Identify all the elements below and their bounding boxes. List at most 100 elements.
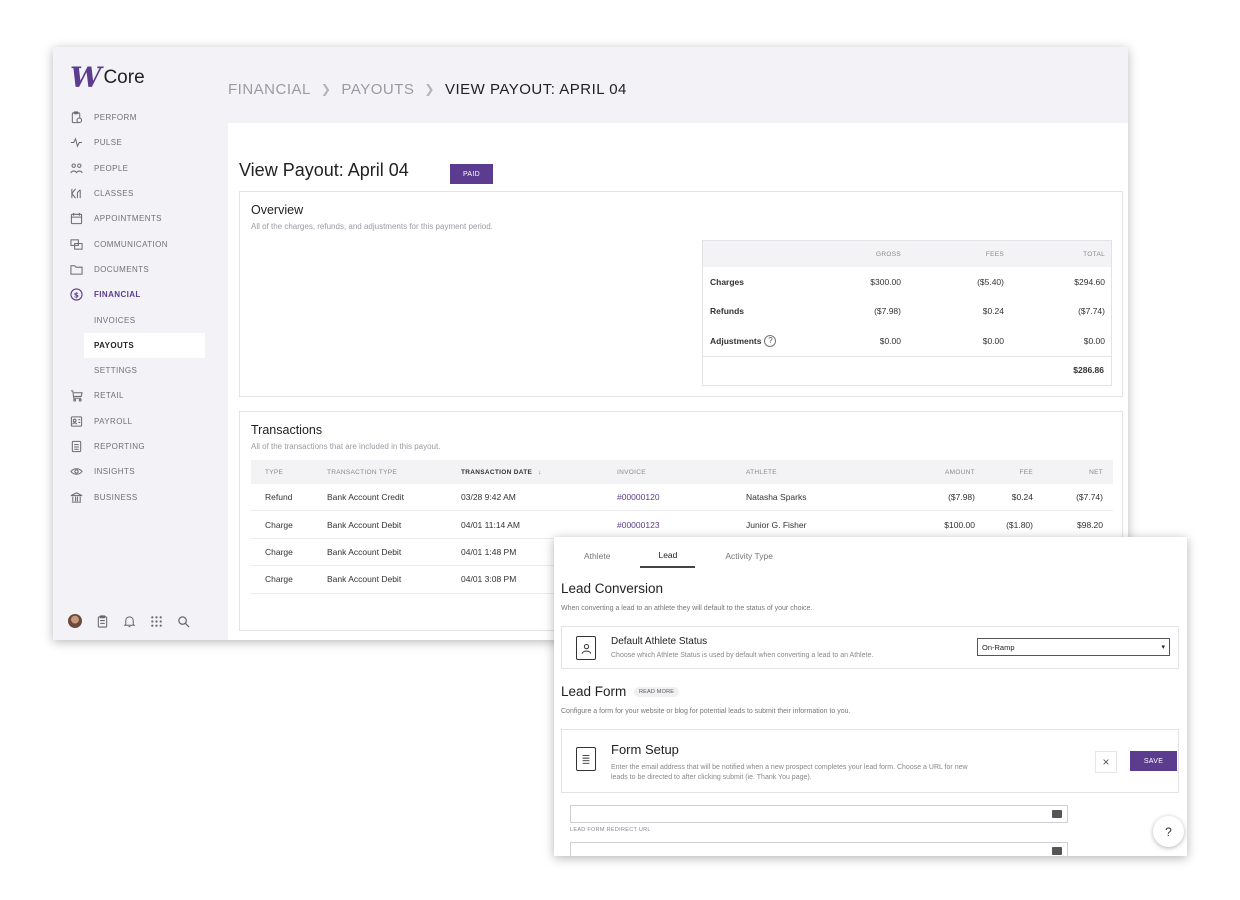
table-row[interactable]: Charge Bank Account Debit 04/01 11:14 AM… — [251, 511, 1113, 539]
clipboard-icon[interactable] — [95, 614, 109, 628]
breadcrumb-financial[interactable]: FINANCIAL — [228, 81, 311, 98]
col-invoice[interactable]: INVOICE — [617, 469, 746, 476]
report-icon — [70, 440, 83, 453]
bell-icon[interactable] — [122, 614, 136, 628]
apps-grid-icon[interactable] — [149, 614, 163, 628]
sidebar-subitem-invoices[interactable]: INVOICES — [53, 307, 228, 332]
cell-type: Refund — [265, 492, 293, 503]
col-transaction-type[interactable]: TRANSACTION TYPE — [327, 469, 461, 476]
close-button[interactable]: × — [1095, 751, 1117, 773]
sidebar-item-appointments[interactable]: APPOINTMENTS — [53, 206, 228, 231]
pulse-icon — [70, 136, 83, 149]
overview-title: Overview — [251, 203, 304, 217]
invoice-link[interactable]: #00000120 — [617, 492, 746, 502]
calendar-icon — [70, 212, 83, 225]
lead-form-title: Lead Form — [561, 684, 627, 699]
col-amount[interactable]: AMOUNT — [920, 469, 975, 476]
sidebar-item-classes[interactable]: CLASSES — [53, 181, 228, 206]
row-label: Charges — [710, 276, 745, 287]
status-badge: PAID — [450, 164, 493, 184]
row-total: $294.60 — [1074, 276, 1105, 287]
help-circle-icon[interactable]: ? — [764, 334, 777, 347]
sidebar-item-label: CLASSES — [94, 189, 134, 199]
search-icon[interactable] — [176, 614, 190, 628]
avatar[interactable] — [68, 614, 82, 628]
sidebar-item-label: PULSE — [94, 138, 123, 148]
sidebar-subitem-settings[interactable]: SETTINGS — [53, 358, 228, 383]
sidebar-item-label: PERFORM — [94, 113, 137, 123]
lead-settings-panel: Athlete Lead Activity Type Lead Conversi… — [554, 537, 1187, 856]
sidebar-item-business[interactable]: BUSINESS — [53, 484, 228, 509]
sidebar-item-label: DOCUMENTS — [94, 264, 150, 274]
sidebar-item-label: REPORTING — [94, 442, 146, 451]
select-value: On-Ramp — [982, 642, 1015, 652]
sidebar-item-perform[interactable]: PERFORM — [53, 105, 228, 130]
lead-form-desc: Configure a form for your website or blo… — [561, 708, 851, 715]
header-fees: FEES — [985, 250, 1004, 258]
sidebar-item-documents[interactable]: DOCUMENTS — [53, 257, 228, 282]
sidebar-subitem-payouts[interactable]: PAYOUTS — [84, 332, 205, 358]
form-setup-title: Form Setup — [611, 742, 679, 757]
help-button[interactable]: ? — [1153, 816, 1184, 847]
summary-row-charges: Charges $300.00 ($5.40) $294.60 — [703, 267, 1111, 297]
sidebar-item-reporting[interactable]: REPORTING — [53, 434, 228, 459]
tab-lead[interactable]: Lead — [640, 543, 696, 568]
breadcrumb: FINANCIAL ❯ PAYOUTS ❯ VIEW PAYOUT: APRIL… — [228, 69, 627, 109]
tab-activity-type[interactable]: Activity Type — [717, 543, 781, 568]
row-fees: ($5.40) — [977, 276, 1004, 287]
cell-net: $98.20 — [1077, 519, 1103, 530]
sidebar-item-insights[interactable]: INSIGHTS — [53, 459, 228, 484]
col-transaction-date[interactable]: TRANSACTION DATE ↓ — [461, 469, 617, 476]
sidebar-item-financial[interactable]: $ FINANCIAL — [53, 282, 228, 307]
save-button[interactable]: SAVE — [1130, 751, 1177, 771]
sidebar-item-label: PEOPLE — [94, 163, 129, 173]
col-athlete[interactable]: ATHLETE — [746, 469, 920, 476]
breadcrumb-payouts[interactable]: PAYOUTS — [341, 81, 414, 98]
lead-conversion-title: Lead Conversion — [561, 581, 664, 596]
sidebar-item-retail[interactable]: RETAIL — [53, 383, 228, 408]
caret-down-icon: ▾ — [1161, 644, 1165, 651]
table-row[interactable]: Refund Bank Account Credit 03/28 9:42 AM… — [251, 484, 1113, 512]
sidebar-item-people[interactable]: PEOPLE — [53, 156, 228, 181]
notification-email-input[interactable] — [570, 805, 1068, 823]
overview-card: Overview All of the charges, refunds, an… — [239, 191, 1123, 397]
cell-type: Charge — [265, 574, 293, 585]
overview-subtitle: All of the charges, refunds, and adjustm… — [251, 222, 493, 231]
chevron-right-icon: ❯ — [320, 82, 332, 96]
folder-icon — [70, 263, 83, 276]
row-label: Adjustments — [710, 335, 762, 346]
summary-header: GROSS FEES TOTAL — [703, 241, 1111, 267]
logo[interactable]: W Core — [70, 61, 145, 94]
redirect-url-input[interactable] — [570, 842, 1068, 856]
form-setup-desc: Enter the email address that will be not… — [611, 764, 968, 781]
sidebar-item-communication[interactable]: COMMUNICATION — [53, 231, 228, 256]
grand-total: $286.86 — [703, 355, 1111, 384]
eye-icon — [70, 465, 83, 478]
cell-fee: ($1.80) — [1006, 519, 1033, 530]
dollar-circle-icon: $ — [70, 288, 83, 301]
sidebar-item-payroll[interactable]: PAYROLL — [53, 409, 228, 434]
read-more-button[interactable]: READ MORE — [634, 687, 680, 697]
cell-transaction-type: Bank Account Credit — [327, 492, 405, 503]
sidebar-item-label: BUSINESS — [94, 492, 138, 502]
sidebar-item-label: APPOINTMENTS — [94, 214, 162, 224]
invoice-link[interactable]: #00000123 — [617, 520, 746, 530]
col-type[interactable]: TYPE — [251, 469, 327, 476]
keyboard-icon[interactable] — [1052, 847, 1062, 855]
cell-net: ($7.74) — [1076, 492, 1103, 503]
tab-athlete[interactable]: Athlete — [576, 543, 618, 568]
col-net[interactable]: NET — [1033, 469, 1103, 476]
payout-summary-table: GROSS FEES TOTAL Charges $300.00 ($5.40)… — [702, 240, 1112, 386]
header-total: TOTAL — [1083, 250, 1105, 258]
col-fee[interactable]: FEE — [975, 469, 1033, 476]
cart-icon — [70, 389, 83, 402]
col-transaction-date-label: TRANSACTION DATE — [461, 468, 533, 476]
athlete-status-select[interactable]: On-Ramp ▾ — [977, 638, 1170, 656]
sidebar-item-pulse[interactable]: PULSE — [53, 130, 228, 155]
sidebar-item-label: RETAIL — [94, 391, 124, 401]
user-badge-icon — [576, 636, 596, 660]
keyboard-icon[interactable] — [1052, 810, 1062, 818]
table-header: TYPE TRANSACTION TYPE TRANSACTION DATE ↓… — [251, 460, 1113, 484]
logo-text: Core — [103, 66, 145, 88]
cell-amount: $100.00 — [944, 519, 975, 530]
